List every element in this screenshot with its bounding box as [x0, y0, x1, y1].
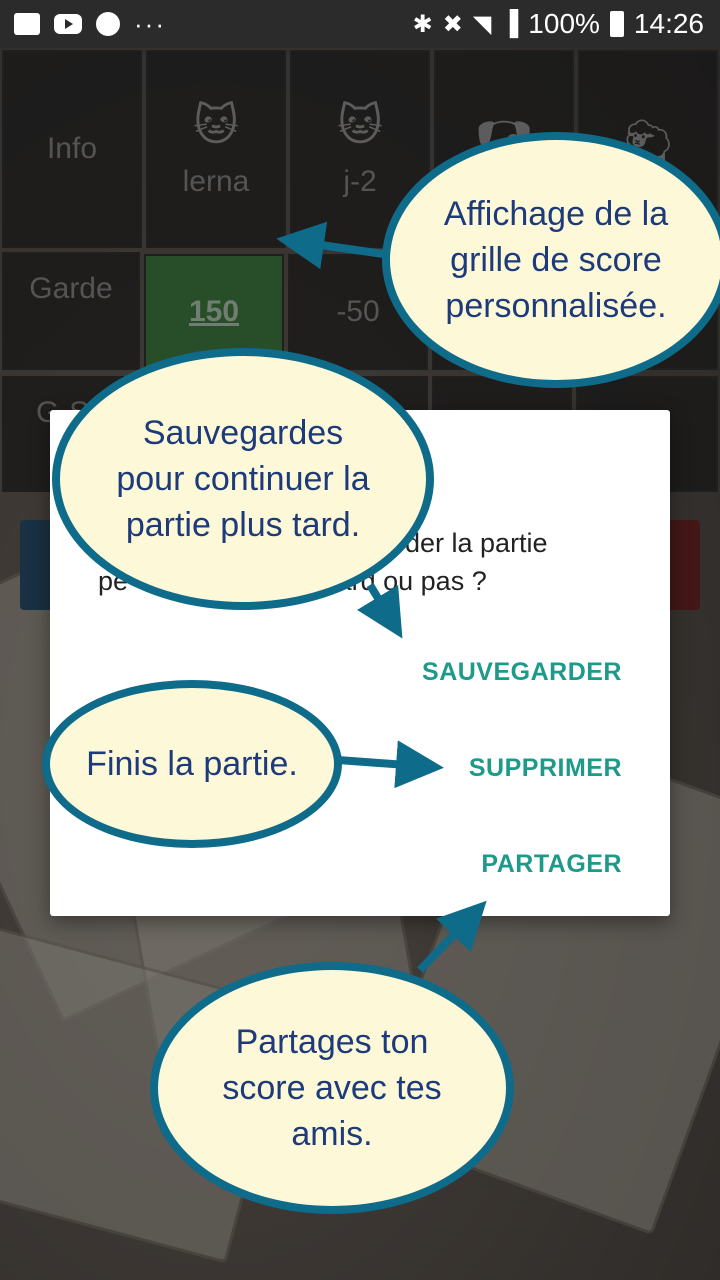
callout-grid: Affichage de la grille de score personna… [382, 132, 720, 388]
callout-share: Partages ton score avec tes amis. [150, 962, 514, 1214]
callout-delete: Finis la partie. [42, 680, 342, 848]
arrow-to-grid [276, 221, 391, 270]
arrow-to-save [357, 582, 403, 639]
arrow-to-delete [337, 740, 444, 789]
callout-save: Sauvegardes pour continuer la partie plu… [52, 348, 434, 610]
arrow-to-share [417, 900, 487, 973]
